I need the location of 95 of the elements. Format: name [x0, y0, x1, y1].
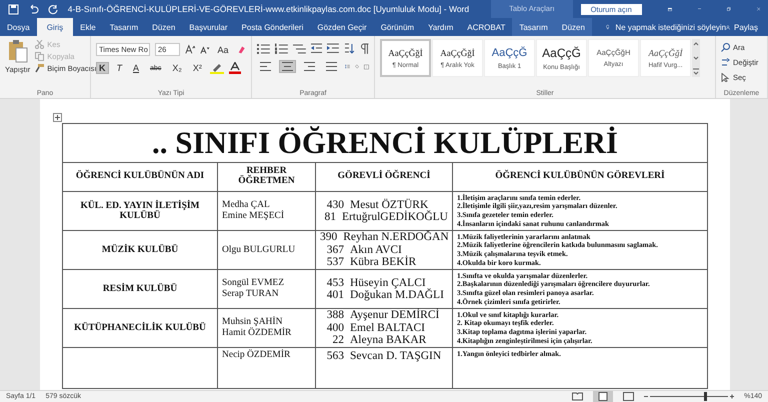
student-number: 22 [332, 334, 344, 347]
ribbon-tab[interactable]: Gözden Geçir [310, 18, 374, 36]
student-number: 390 [320, 231, 338, 244]
cursor-icon [721, 73, 730, 82]
gallery-scroll-icon[interactable] [692, 39, 700, 77]
redo-icon[interactable] [48, 4, 59, 14]
read-mode-icon[interactable] [572, 392, 584, 401]
teacher-name: Necip ÖZDEMİR [222, 350, 292, 361]
undo-icon[interactable] [28, 4, 39, 14]
teacher-name: Medha ÇAL [222, 200, 270, 210]
zoom-slider-thumb[interactable] [704, 392, 708, 401]
scissors-icon [35, 40, 44, 49]
teacher-name: Hamit ÖZDEMİR [222, 328, 292, 339]
tell-me-search[interactable]: Ne yapmak istediğinizi söyleyin [615, 22, 726, 32]
student-number: 367 [326, 244, 344, 256]
student-number: 401 [326, 289, 344, 302]
student-number: 430 [326, 198, 344, 211]
ribbon-tab[interactable]: Tasarım [512, 18, 555, 36]
column-header: ÖĞRENCİ KULÜBÜNÜN GÖREVLERİ [452, 162, 708, 192]
student-name: Kübra BEKİR [350, 256, 416, 269]
column-header: GÖREVLİ ÖĞRENCİ [316, 162, 452, 192]
student-number: 453 [326, 276, 344, 289]
teacher-name: Emine MEŞECİ [222, 211, 286, 222]
ribbon-tab[interactable]: Yardım [421, 18, 460, 36]
highlight-icon[interactable] [210, 62, 224, 74]
table-move-handle-icon[interactable] [53, 113, 62, 122]
student-name: Hüseyin ÇALCI [350, 276, 426, 289]
student-number: 563 [326, 350, 344, 362]
student-name: ErtuğrulGEDİKOĞLU [342, 211, 448, 224]
column-header: ÖĞRENCİ KULÜBÜNÜN ADI [62, 162, 218, 192]
search-icon [721, 43, 730, 52]
student-name: Reyhan N.ERDOĞAN [343, 231, 449, 244]
teacher-name: Songül EVMEZ [222, 278, 286, 289]
align-button[interactable] [279, 60, 296, 73]
format-button[interactable]: X² [190, 62, 205, 74]
student-number: 537 [326, 256, 344, 269]
replace-icon [721, 58, 730, 67]
bullet-list-icon[interactable] [257, 43, 270, 54]
student-name: Mesut ÖZTÜRK [350, 198, 428, 211]
paintbrush-icon [35, 64, 44, 73]
student-number: 81 [323, 211, 336, 224]
student-name: Sevcan D. TAŞGIN [350, 350, 442, 362]
format-button[interactable]: T [114, 62, 125, 74]
ribbon-tab[interactable]: Başvurular [182, 18, 235, 36]
save-icon[interactable] [8, 4, 19, 14]
multilevel-list-icon[interactable] [292, 43, 306, 54]
teacher-name: Olgu BULGURLU [222, 244, 296, 256]
club-cell: KÜTÜPHANECİLİK KULÜBÜ [62, 308, 218, 348]
grow-font-icon[interactable] [184, 44, 196, 55]
student-number: 400 [326, 322, 344, 334]
eraser-icon[interactable] [236, 44, 246, 55]
share-button[interactable]: Paylaş [730, 18, 768, 36]
club-cell: KÜL. ED. YAYIN İLETİŞİM KULÜBÜ [62, 192, 218, 230]
align-button[interactable] [301, 60, 318, 73]
student-name: Emel BALTACI [350, 322, 425, 334]
copy-icon [35, 52, 44, 61]
ribbon-tab[interactable]: Giriş [36, 18, 74, 36]
sort-icon[interactable] [344, 43, 356, 54]
ribbon-tab[interactable]: Görünüm [374, 18, 422, 36]
ribbon-tab[interactable]: Düzen [145, 18, 182, 36]
teacher-name: Muhsin ŞAHİN [222, 317, 282, 328]
format-button[interactable]: X₂ [169, 62, 185, 74]
student-name: Akın AVCI [350, 244, 402, 256]
font-color-icon[interactable] [228, 62, 241, 74]
ribbon-tab[interactable]: Ekle [73, 18, 103, 36]
table-heading: .. SINIFI ÖĞRENCİ KULÜPLERİ [62, 124, 708, 162]
ribbon-tab[interactable]: ACROBAT [460, 18, 512, 36]
club-cell: RESİM KULÜBÜ [62, 270, 218, 308]
numbered-list-icon[interactable] [274, 43, 288, 54]
ribbon-tab[interactable]: Tasarım [102, 18, 146, 36]
increase-indent-icon[interactable] [327, 43, 340, 54]
align-button[interactable] [323, 60, 340, 73]
teacher-name: Serap TURAN [222, 289, 280, 300]
zoom-slider[interactable] [644, 392, 734, 401]
format-button[interactable]: K [96, 62, 108, 74]
shrink-font-icon[interactable] [200, 44, 210, 54]
decrease-indent-icon[interactable] [310, 43, 322, 54]
club-cell: MÜZİK KULÜBÜ [62, 230, 218, 270]
change-case-button[interactable]: Aa [214, 44, 232, 56]
align-button[interactable] [257, 60, 274, 73]
student-name: Doğukan M.DAĞLI [350, 289, 444, 302]
format-button[interactable]: A [130, 62, 142, 74]
ribbon-tab[interactable]: Dosya [0, 18, 37, 36]
print-layout-icon[interactable] [593, 391, 614, 402]
web-layout-icon[interactable] [623, 392, 634, 401]
ribbon-tab[interactable]: Düzen [554, 18, 592, 36]
student-name: Aleyna BAKAR [350, 334, 426, 347]
pilcrow-icon[interactable] [360, 43, 370, 54]
window-title: 4-B-Sınıfı-ÖĞRENCİ-KULÜPLERİ-VE-GÖREVLERİ-www.etkinlikpaylas.com.doc [Uyumluluk Modu] - Word [68, 4, 470, 14]
student-name: Ayşenur DEMİRCİ [350, 309, 440, 322]
clipboard-icon [8, 39, 28, 63]
restore-icon[interactable] [727, 4, 731, 14]
student-number: 388 [326, 309, 344, 322]
column-header: REHBER ÖĞRETMEN [218, 162, 316, 192]
ribbon-tab[interactable]: Posta Gönderileri [234, 18, 310, 36]
